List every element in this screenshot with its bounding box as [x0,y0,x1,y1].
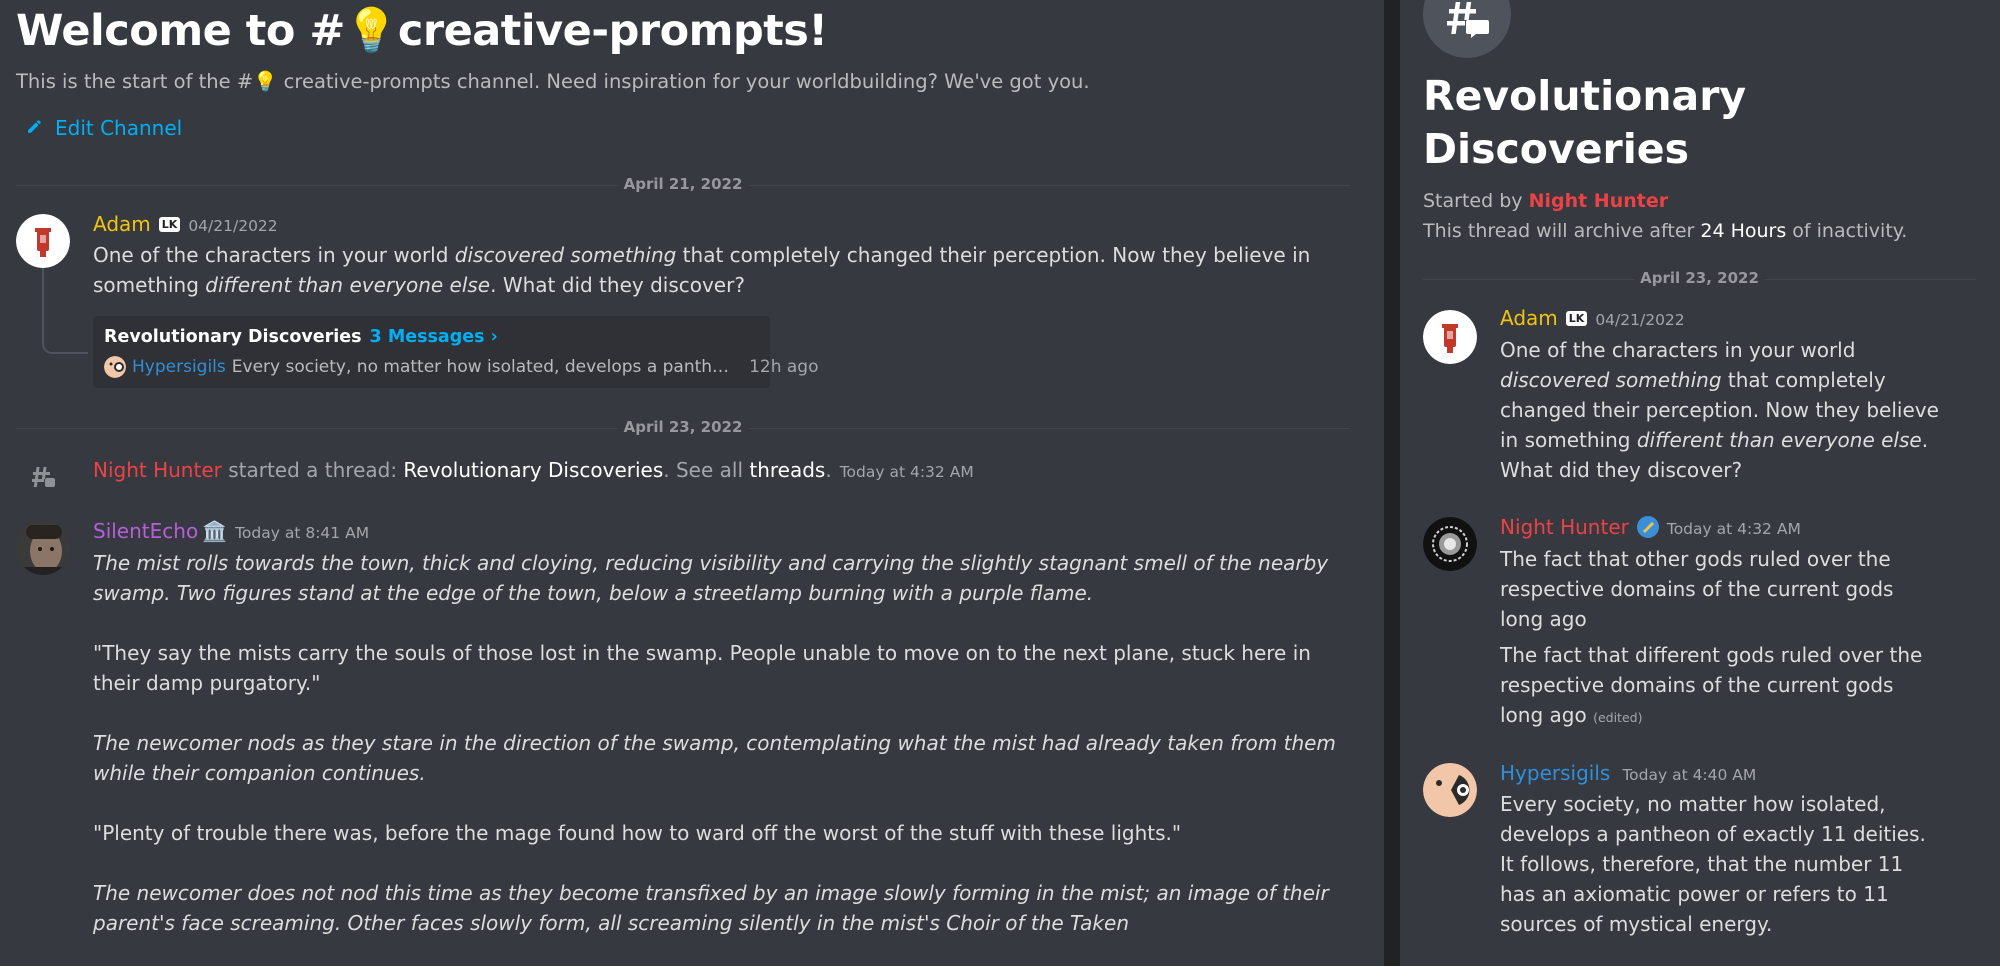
threads-link[interactable]: threads [749,458,825,482]
edit-channel-label: Edit Channel [55,116,183,140]
message-content: One of the characters in your world disc… [93,243,1311,297]
message-timestamp: Today at 8:41 AM [235,524,370,542]
thread-last-time: 12h ago [749,357,819,377]
role-badge: LK [158,216,181,232]
message-content: The fact that different gods ruled over … [1500,643,1923,727]
message-paragraph: The newcomer does not nod this time as t… [93,881,1329,935]
pane-divider[interactable] [1384,0,1400,966]
message-paragraph: "Plenty of trouble there was, before the… [93,821,1182,845]
thread-started-by: Started by Night Hunter [1423,190,1669,212]
message-header: Adam LK 04/21/2022 [93,212,278,236]
message-header: Adam LK 04/21/2022 [1500,306,1685,330]
thread-icon [30,464,56,490]
message-timestamp: Today at 4:32 AM [839,463,974,481]
archive-duration[interactable]: 24 Hours [1700,220,1786,242]
message-header: Hypersigils Today at 4:40 AM [1500,761,1756,785]
username-night-hunter[interactable]: Night Hunter [1500,515,1629,539]
thread-message-count[interactable]: 3 Messages › [370,327,498,347]
avatar-hypersigils-small [104,356,126,378]
message-header: SilentEcho 🏛️ Today at 8:41 AM [93,519,369,543]
username-night-hunter[interactable]: Night Hunter [93,458,222,482]
thread-last-author[interactable]: Hypersigils [132,357,226,377]
edit-channel-button[interactable]: Edit Channel [26,116,182,140]
thread-last-message: Hypersigils Every society, no matter how… [104,356,818,378]
classical-building-icon: 🏛️ [202,519,228,543]
message-timestamp: 04/21/2022 [188,217,278,235]
thread-preview-card[interactable]: Revolutionary Discoveries 3 Messages › Hy… [93,316,818,388]
message-timestamp: Today at 4:32 AM [1666,520,1801,538]
thread-archive-note: This thread will archive after 24 Hours … [1423,220,1908,242]
thread-panel: Revolutionary Discoveries Started by Nig… [1400,0,2000,966]
message-content: Every society, no matter how isolated, d… [1500,792,1926,936]
avatar-silentecho[interactable] [16,521,70,575]
avatar-adam[interactable] [1423,310,1477,364]
pencil-icon [26,116,43,140]
date-divider: April 21, 2022 [16,175,1350,193]
username-night-hunter[interactable]: Night Hunter [1529,190,1669,212]
thread-icon [1423,0,1511,58]
channel-welcome-title: Welcome to #💡creative-prompts! [16,6,828,56]
edited-tag: (edited) [1593,710,1643,725]
message-header: Night Hunter Today at 4:32 AM [1500,515,1801,539]
date-divider: April 23, 2022 [1423,269,1976,287]
avatar-night-hunter[interactable] [1423,517,1477,571]
date-divider-label: April 21, 2022 [617,175,749,193]
message-content: One of the characters in your world disc… [1500,338,1939,482]
username-hypersigils[interactable]: Hypersigils [1500,761,1610,785]
role-badge: LK [1565,310,1588,326]
channel-welcome-subtitle: This is the start of the #💡 creative-pro… [16,70,1090,93]
avatar-hypersigils[interactable] [1423,763,1477,817]
date-divider-label: April 23, 2022 [1634,269,1765,287]
message-paragraph: The mist rolls towards the town, thick a… [93,551,1329,605]
message-paragraph: "They say the mists carry the souls of t… [93,641,1311,695]
avatar-adam[interactable] [16,214,70,268]
thread-title: Revolutionary Discoveries [1423,72,1747,173]
date-divider-label: April 23, 2022 [617,418,749,436]
message-paragraph: The newcomer nods as they stare in the d… [93,731,1336,785]
date-divider: April 23, 2022 [16,418,1350,436]
thread-link[interactable]: Revolutionary Discoveries [403,458,663,482]
message-timestamp: Today at 4:40 AM [1622,766,1757,784]
role-icon [1636,516,1659,538]
thread-card-header: Revolutionary Discoveries 3 Messages › [104,327,498,347]
thread-name[interactable]: Revolutionary Discoveries [104,327,362,347]
system-message-thread-started: Night Hunter started a thread: Revolutio… [93,458,974,482]
message-timestamp: 04/21/2022 [1595,311,1685,329]
channel-pane: Welcome to #💡creative-prompts! This is t… [0,0,1384,966]
thread-last-preview: Every society, no matter how isolated, d… [231,357,730,377]
username-adam[interactable]: Adam [93,212,151,236]
message-content: The fact that other gods ruled over the … [1500,547,1894,631]
username-silentecho[interactable]: SilentEcho [93,519,198,543]
thread-spine [42,268,88,354]
username-adam[interactable]: Adam [1500,306,1558,330]
